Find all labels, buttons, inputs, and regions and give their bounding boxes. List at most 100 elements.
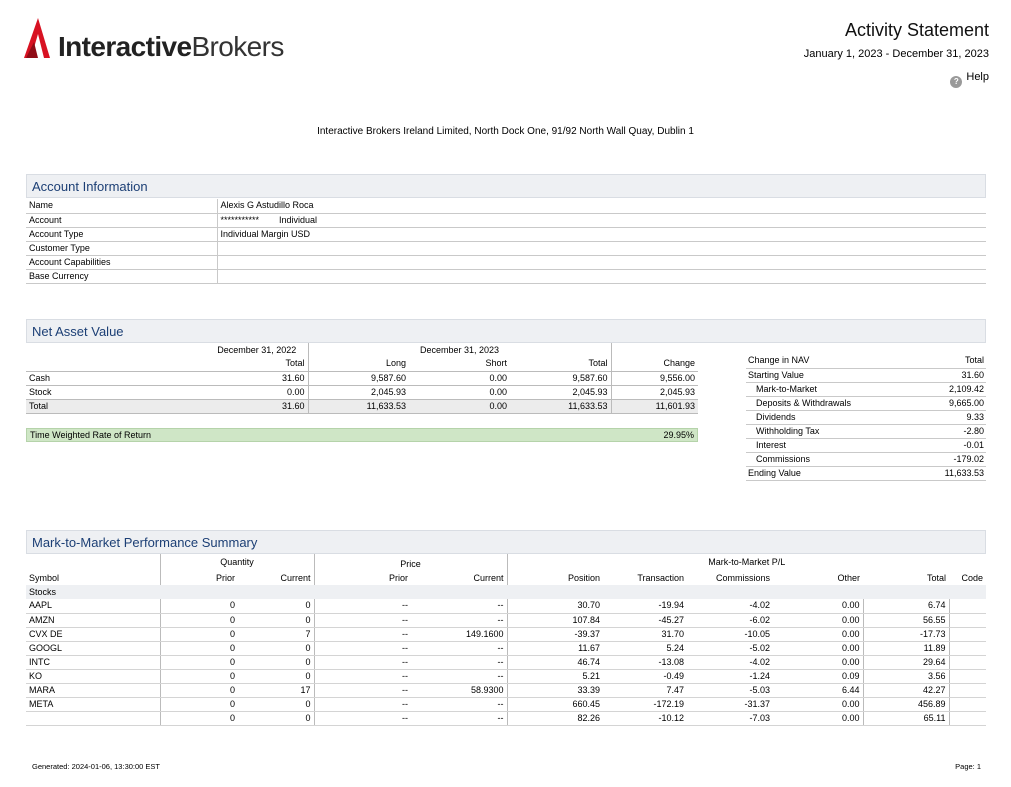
mtm-total: 29.64 [863,655,950,670]
change-in-nav-row: Interest -0.01 [746,438,986,453]
nav-change: 9,556.00 [611,371,698,386]
mtm-transaction: -0.49 [603,669,687,684]
change-in-nav-row: Ending Value 11,633.53 [746,466,986,481]
mtm-p-prior: -- [314,683,411,698]
mtm-q-prior: 0 [159,641,238,656]
mtm-row: MARA 0 17 -- 58.9300 33.39 7.47 -5.03 6.44 42.27 [26,683,986,698]
mtm-other: 0.00 [773,655,864,670]
account-info-row: Name Alexis G Astudillo Roca [26,199,986,214]
mtm-row: 0 0 -- -- 82.26 -10.12 -7.03 0.00 65.11 [26,711,986,726]
mtm-table: Quantity Price Mark-to-Market P/L Symbol… [26,554,986,726]
mtm-total: 3.56 [863,669,950,684]
mtm-commissions: -5.02 [687,641,773,656]
mtm-symbol: AAPL [26,599,160,614]
nav-total: 11,633.53 [510,399,612,414]
nav-row: Cash 31.60 9,587.60 0.00 9,587.60 9,556.00 [26,371,698,386]
change-in-nav-value: 31.60 [916,368,986,383]
twr-label: Time Weighted Rate of Return [30,430,152,440]
mtm-commissions: -4.02 [687,599,773,614]
nav-total: 9,587.60 [510,371,612,386]
change-in-nav-row: Dividends 9.33 [746,410,986,425]
nav-short: 0.00 [409,385,510,400]
mtm-code [949,599,986,614]
account-info-value-secondary: Individual [279,214,318,225]
account-info-label: Base Currency [26,269,218,284]
change-in-nav-label: Ending Value [746,466,917,481]
mtm-col-code: Code [961,572,983,583]
mtm-q-current: 7 [238,627,315,642]
mtm-p-current: -- [411,711,508,726]
mtm-transaction: -45.27 [603,613,687,628]
nav-current-period: December 31, 2023 [419,344,500,355]
mtm-row: GOOGL 0 0 -- -- 11.67 5.24 -5.02 0.00 11.89 [26,641,986,656]
mtm-other: 0.00 [773,641,864,656]
account-info-row: Account *********** Individual [26,213,986,228]
mtm-total: 6.74 [863,599,950,614]
mtm-total: 65.11 [863,711,950,726]
mtm-total: 56.55 [863,613,950,628]
account-info-value-cell: *********** Individual [217,213,986,228]
change-in-nav-label: Dividends [746,410,917,425]
account-info-value: Individual Margin USD [220,228,311,239]
change-in-nav-value: 9,665.00 [916,396,986,411]
change-in-nav-row: Mark-to-Market 2,109.42 [746,382,986,397]
mtm-p-prior: -- [314,655,411,670]
mtm-code [949,683,986,698]
generated-timestamp: Generated: 2024-01-06, 13:30:00 EST [32,762,161,771]
mtm-col-symbol: Symbol [29,572,60,583]
mtm-transaction: 5.24 [603,641,687,656]
mtm-row: CVX DE 0 7 -- 149.1600 -39.37 31.70 -10.05 0.00-… [26,627,986,642]
mtm-symbol: INTC [26,655,160,670]
section-title-account-information[interactable]: Account Information [26,174,986,198]
mtm-code [949,697,986,712]
mtm-col-q-current: Current [238,571,315,585]
nav-row: Stock 0.00 2,045.93 0.00 2,045.93 2,045.93 [26,385,698,400]
statement-period: January 1, 2023 - December 31, 2023 [803,48,989,60]
brand-name: InteractiveBrokers [58,32,284,62]
change-in-nav-value: -0.01 [916,438,986,453]
mtm-q-current: 0 [238,641,315,656]
mtm-q-prior: 0 [159,683,238,698]
mtm-q-current: 0 [238,655,315,670]
nav-prior-period: December 31, 2022 [206,343,309,357]
change-in-nav-label: Interest [746,438,917,453]
mtm-p-current: -- [411,655,508,670]
account-info-label: Account Type [26,227,218,242]
mtm-symbol: MARA [26,683,160,698]
help-link[interactable]: ? Help [950,71,989,88]
account-info-table: Name Alexis G Astudillo Roca Account ******… [26,199,986,284]
mtm-position: 107.84 [507,613,603,628]
nav-short: 0.00 [409,371,510,386]
mtm-col-total: Total [926,572,946,583]
mtm-symbol: KO [26,669,160,684]
account-info-value-cell [217,269,986,284]
nav-col-change: Change [611,357,698,372]
nav-prior-total: 31.60 [206,371,309,386]
mtm-other: 6.44 [773,683,864,698]
section-title-net-asset-value[interactable]: Net Asset Value [26,319,986,343]
mtm-code [949,669,986,684]
section-title-mark-to-market[interactable]: Mark-to-Market Performance Summary [26,530,986,554]
mtm-q-current: 0 [238,613,315,628]
mtm-code [949,613,986,628]
nav-table: December 31, 2022 December 31, 2023 Tota… [26,343,698,414]
mtm-col-transaction: Transaction [637,572,684,583]
change-in-nav-total-header: Total [916,354,986,369]
mtm-q-prior: 0 [159,655,238,670]
mtm-code [949,655,986,670]
mtm-symbol: AMZN [26,613,160,628]
account-info-value-cell [217,241,986,256]
nav-row-label: Cash [26,371,206,386]
mtm-p-current: -- [411,599,508,614]
change-in-nav-value: 2,109.42 [916,382,986,397]
mtm-col-commissions: Commissions [715,572,770,583]
mtm-p-current: -- [411,669,508,684]
change-in-nav-row: Starting Value 31.60 [746,368,986,383]
account-info-row: Account Type Individual Margin USD [26,227,986,242]
change-in-nav-value: -179.02 [916,452,986,467]
change-in-nav-value: 9.33 [916,410,986,425]
mtm-q-prior: 0 [159,669,238,684]
account-info-row: Account Capabilities [26,255,986,270]
change-in-nav-table: Change in NAV Total Starting Value 31.60 M… [746,354,986,481]
nav-prior-total: 31.60 [206,399,309,414]
